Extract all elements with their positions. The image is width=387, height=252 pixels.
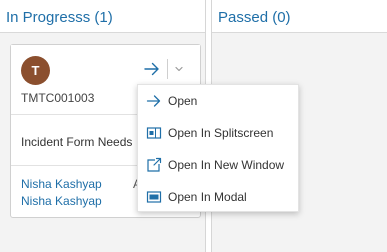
open-options-menu: Open Open In Splitscreen Open In New Win… (137, 84, 299, 212)
divider (167, 59, 168, 79)
new-window-icon (147, 157, 162, 172)
modal-icon (146, 191, 162, 203)
menu-item-label: Open In New Window (168, 158, 285, 172)
card-id: TMTC001003 (21, 91, 95, 105)
lane-title: In Progresss (1) (6, 9, 113, 26)
lane-header: Passed (0) (212, 0, 387, 33)
lane-title: Passed (0) (218, 9, 291, 26)
menu-item-open-in-splitscreen[interactable]: Open In Splitscreen (138, 117, 298, 149)
arrow-right-icon (146, 95, 161, 107)
arrow-right-icon (144, 62, 159, 76)
more-options-button[interactable] (172, 62, 186, 76)
menu-item-label: Open In Splitscreen (168, 126, 274, 140)
assignee-link[interactable]: Nisha Kashyap (21, 177, 102, 191)
menu-item-open-in-new-window[interactable]: Open In New Window (138, 149, 298, 181)
avatar: T (21, 56, 50, 85)
chevron-down-icon (175, 66, 183, 72)
kanban-board: In Progresss (1) T TMTC001003 Incident F… (0, 0, 387, 252)
reporter-link[interactable]: Nisha Kashyap (21, 194, 102, 208)
lane-header: In Progresss (1) (0, 0, 205, 33)
menu-item-label: Open (168, 94, 198, 108)
menu-item-open[interactable]: Open (138, 85, 298, 117)
open-arrow-button[interactable] (143, 60, 161, 78)
splitscreen-icon (146, 127, 162, 139)
menu-item-label: Open In Modal (168, 190, 247, 204)
menu-item-open-in-modal[interactable]: Open In Modal (138, 181, 298, 213)
